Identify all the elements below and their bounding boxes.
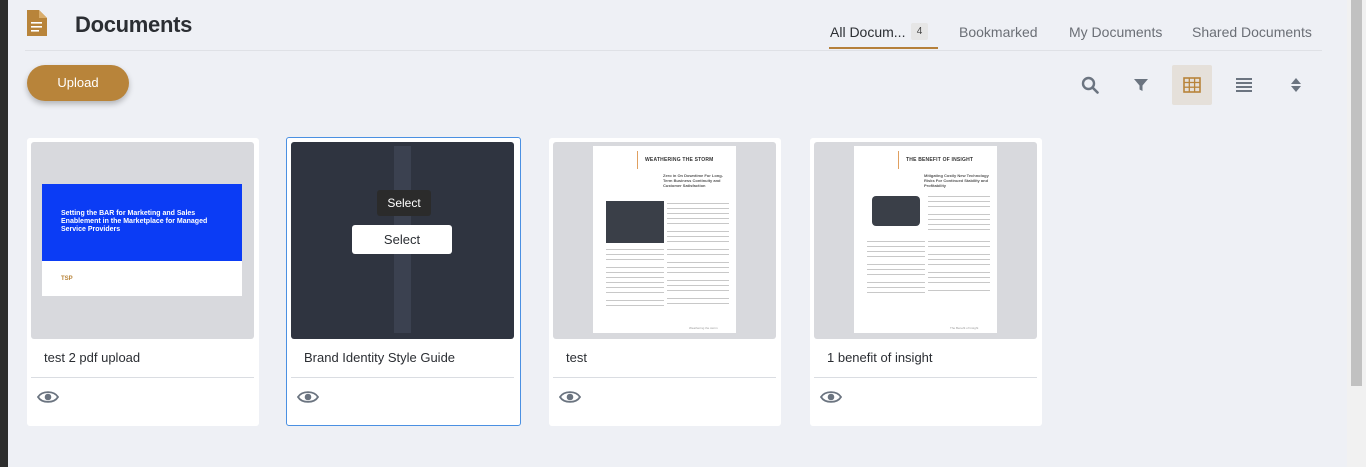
filter-icon (1134, 79, 1148, 91)
page-heading: WEATHERING THE STORM (645, 157, 714, 163)
eye-icon[interactable] (820, 389, 842, 405)
upload-button[interactable]: Upload (27, 65, 129, 101)
document-thumbnail[interactable]: WEATHERING THE STORM Zero in On Downtime… (553, 142, 776, 339)
tab-bookmarked[interactable]: Bookmarked (959, 24, 1038, 40)
document-icon (27, 10, 47, 36)
document-thumbnail[interactable]: THE BENEFIT OF INSIGHT Mitigating Costly… (814, 142, 1037, 339)
page-footer: Weathering the storm (689, 326, 718, 330)
page-accent-rule (637, 151, 638, 169)
document-page: THE BENEFIT OF INSIGHT Mitigating Costly… (854, 146, 997, 333)
document-title[interactable]: test 2 pdf upload (44, 350, 140, 365)
eye-icon[interactable] (297, 389, 319, 405)
card-divider (31, 377, 254, 378)
cover-title: Setting the BAR for Marketing and Sales … (61, 210, 208, 233)
document-title[interactable]: 1 benefit of insight (827, 350, 933, 365)
server-photo (606, 201, 664, 243)
page-accent-rule (898, 151, 899, 169)
sort-icon (1291, 78, 1301, 92)
tab-my-documents[interactable]: My Documents (1069, 24, 1162, 40)
tab-all-documents[interactable]: All Docum... (830, 24, 905, 40)
eye-icon[interactable] (559, 389, 581, 405)
document-card[interactable]: WEATHERING THE STORM Zero in On Downtime… (549, 138, 781, 426)
page-heading: THE BENEFIT OF INSIGHT (906, 157, 974, 163)
document-title[interactable]: Brand Identity Style Guide (304, 350, 455, 365)
eye-icon[interactable] (37, 389, 59, 405)
document-card[interactable]: THE BENEFIT OF INSIGHT Mitigating Costly… (810, 138, 1042, 426)
list-view-icon (1236, 78, 1252, 92)
filter-button[interactable] (1121, 65, 1161, 105)
active-tab-indicator (829, 47, 938, 49)
grid-view-button[interactable] (1172, 65, 1212, 105)
search-icon (1081, 76, 1099, 94)
page-title: Documents (75, 12, 193, 37)
page-subheading: Zero in On Downtime For Long-Term Busine… (663, 173, 723, 188)
sort-button[interactable] (1276, 65, 1316, 105)
search-button[interactable] (1070, 65, 1110, 105)
document-card[interactable]: Setting the BAR for Marketing and Sales … (27, 138, 259, 426)
devices-illustration (872, 196, 920, 226)
tab-shared-documents[interactable]: Shared Documents (1192, 24, 1312, 40)
cover-logo: TSP (61, 276, 73, 282)
document-page: WEATHERING THE STORM Zero in On Downtime… (593, 146, 736, 333)
document-title[interactable]: test (566, 350, 587, 365)
document-thumbnail[interactable]: Select Select (291, 142, 514, 339)
cover-page: Setting the BAR for Marketing and Sales … (42, 184, 242, 296)
document-card-selected[interactable]: Select Select Brand Identity Style Guide (286, 137, 521, 426)
list-view-button[interactable] (1224, 65, 1264, 105)
card-divider (553, 377, 776, 378)
page-subheading: Mitigating Costly New Technology Risks F… (924, 173, 989, 188)
document-thumbnail[interactable]: Setting the BAR for Marketing and Sales … (31, 142, 254, 339)
header-divider (25, 50, 1322, 51)
card-divider (814, 377, 1037, 378)
select-button[interactable]: Select (352, 225, 452, 254)
page-footer: The Benefit of Insight (950, 326, 979, 330)
card-divider (291, 377, 514, 378)
tab-count-badge: 4 (911, 23, 928, 40)
grid-view-icon (1183, 77, 1201, 93)
scrollbar-thumb[interactable] (1351, 0, 1362, 386)
select-tooltip: Select (377, 190, 431, 216)
